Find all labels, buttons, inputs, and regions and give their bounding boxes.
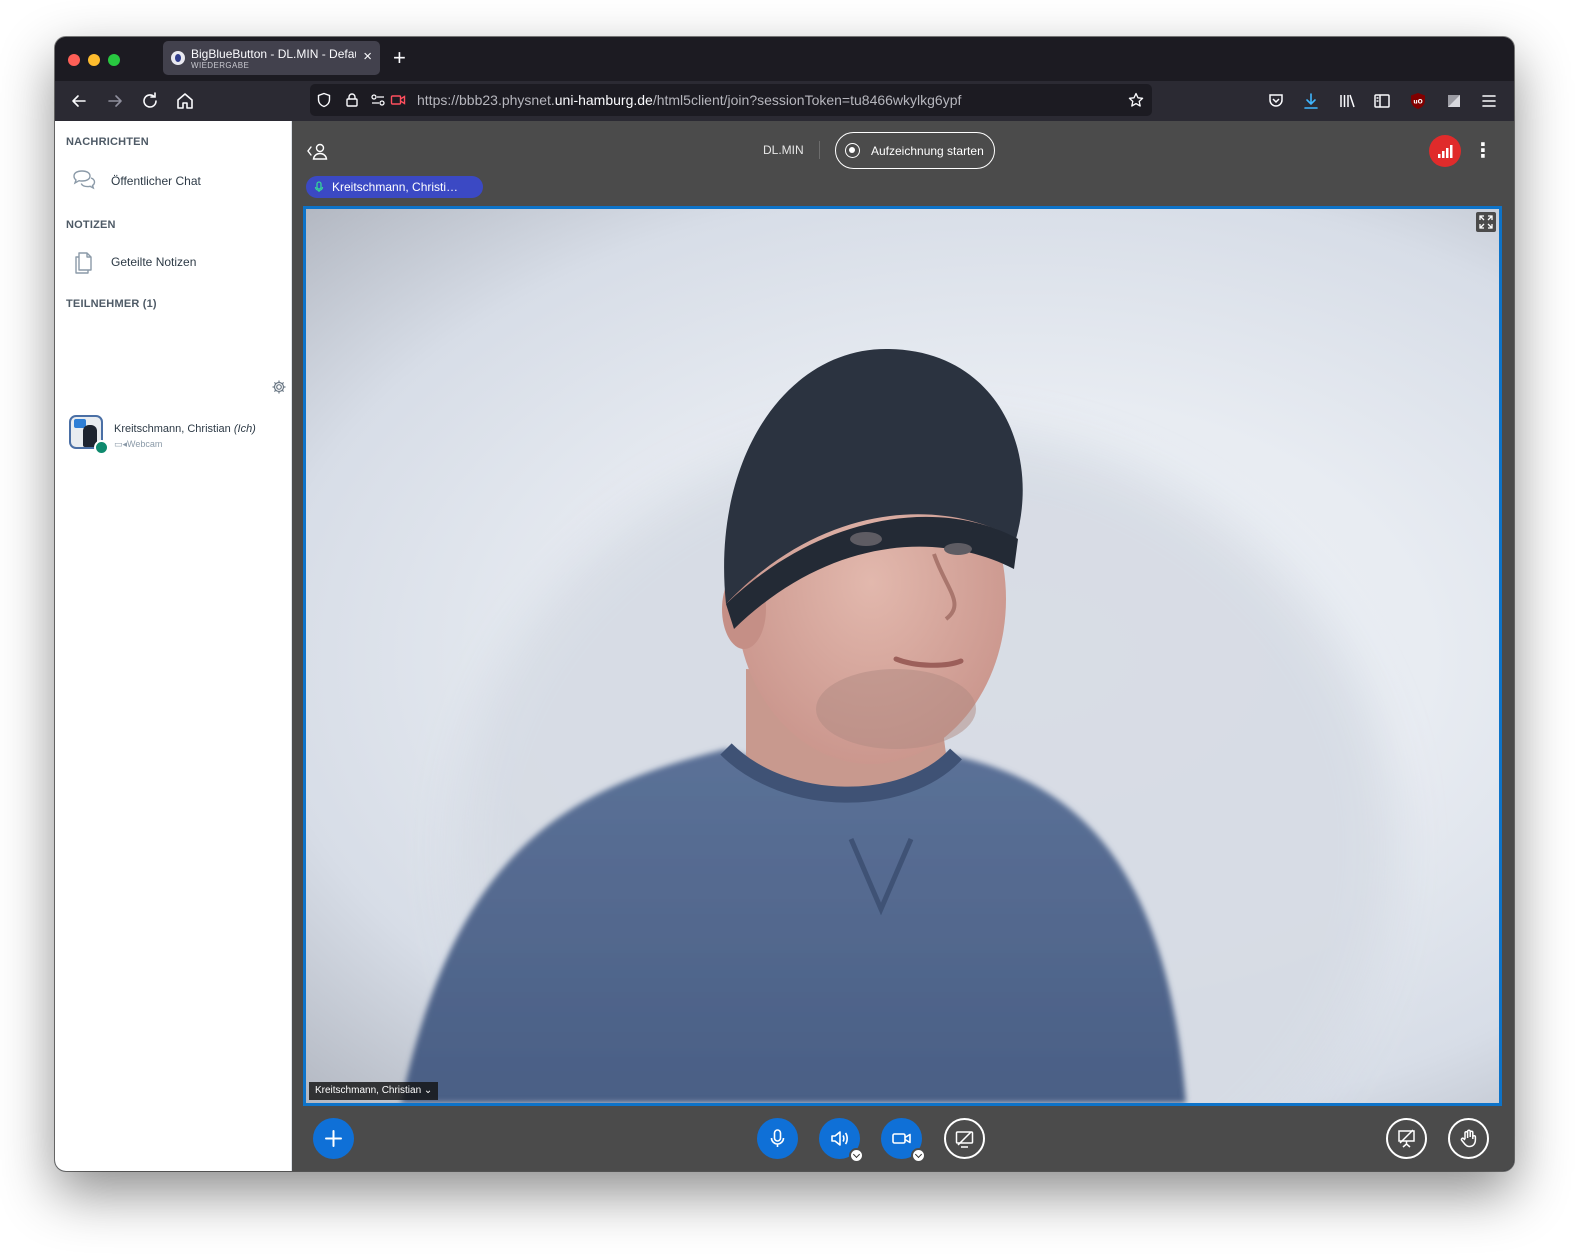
lock-icon[interactable] [344,92,360,108]
actions-plus-button[interactable] [313,1118,354,1159]
mute-button[interactable] [757,1118,798,1159]
chat-icon [70,167,98,195]
main-area: DL.MIN Aufzeichnung starten ⋮ Kreitschma… [292,121,1514,1171]
talking-indicator[interactable]: Kreitschmann, Christi… [306,176,483,198]
public-chat-label: Öffentlicher Chat [111,174,201,188]
webcam-small-icon: ▭◂ [114,439,128,449]
navigation-bar: https://bbb23.physnet.uni-hamburg.de/htm… [55,81,1514,121]
fullscreen-icon[interactable] [1476,212,1496,232]
webcam-user-label[interactable]: Kreitschmann, Christian ⌄ [309,1082,439,1100]
sidebar-item-public-chat[interactable]: Öffentlicher Chat [66,161,281,201]
notes-section-title: NOTIZEN [66,219,116,231]
sidebar: NACHRICHTEN Öffentlicher Chat NOTIZEN Ge… [55,121,292,1171]
notes-icon [70,248,98,276]
more-options-icon[interactable]: ⋮ [1473,140,1493,162]
record-icon [845,143,860,158]
browser-tab[interactable]: BigBlueButton - DL.MIN - Default WIEDERG… [163,41,380,75]
connection-status-button[interactable] [1429,135,1461,167]
shared-notes-label: Geteilte Notizen [111,255,197,269]
mic-status-badge-icon [94,440,109,455]
url-text[interactable]: https://bbb23.physnet.uni-hamburg.de/htm… [417,92,961,108]
download-icon[interactable] [1301,91,1321,111]
webcam-video[interactable]: Kreitschmann, Christian ⌄ [303,206,1502,1106]
participant-name: Kreitschmann, Christian (Ich) [114,423,256,435]
start-recording-button[interactable]: Aufzeichnung starten [835,132,995,169]
audio-options-caret-icon[interactable] [849,1148,864,1163]
toggle-user-list-icon[interactable] [306,141,330,161]
bigbluebutton-app: NACHRICHTEN Öffentlicher Chat NOTIZEN Ge… [55,121,1514,1171]
webcam-person-image [401,349,1396,1103]
divider [819,141,820,159]
minimize-window-button[interactable] [88,54,100,66]
star-icon[interactable] [1128,92,1144,108]
new-tab-button[interactable]: + [393,47,406,69]
permissions-icon[interactable] [370,92,386,108]
library-icon[interactable] [1337,91,1357,111]
close-window-button[interactable] [68,54,80,66]
extension-icon[interactable] [1444,91,1464,111]
pocket-icon[interactable] [1266,91,1286,111]
bigbluebutton-favicon-icon [171,51,185,65]
talker-name: Kreitschmann, Christi… [332,180,459,194]
participant-list-item[interactable]: Kreitschmann, Christian (Ich) ▭◂Webcam [66,412,281,456]
shield-icon[interactable] [316,92,332,108]
meeting-name: DL.MIN [763,143,804,157]
zoom-window-button[interactable] [108,54,120,66]
presentation-button[interactable] [1386,1118,1427,1159]
url-bar[interactable]: https://bbb23.physnet.uni-hamburg.de/htm… [310,84,1152,116]
messages-section-title: NACHRICHTEN [66,136,149,148]
close-tab-icon[interactable]: × [363,49,372,65]
video-button[interactable] [881,1118,926,1163]
camera-blocked-icon[interactable] [390,92,406,108]
gear-icon[interactable] [271,379,287,395]
home-icon[interactable] [174,90,196,112]
start-recording-label: Aufzeichnung starten [871,144,984,158]
video-options-caret-icon[interactable] [911,1148,926,1163]
participant-status: ▭◂Webcam [114,439,163,449]
tab-subtitle: WIEDERGABE [191,61,250,70]
mic-icon [312,180,326,194]
menu-icon[interactable] [1479,91,1499,111]
forward-icon[interactable] [104,90,126,112]
audio-button[interactable] [819,1118,864,1163]
tab-strip: BigBlueButton - DL.MIN - Default WIEDERG… [55,37,1514,81]
reload-icon[interactable] [139,90,161,112]
sidebar-item-shared-notes[interactable]: Geteilte Notizen [66,242,281,282]
screen-share-button[interactable] [944,1118,985,1159]
actions-bar [292,1106,1514,1171]
svg-text:uO: uO [1413,99,1422,106]
browser-window: BigBlueButton - DL.MIN - Default WIEDERG… [55,37,1514,1171]
sidebar-icon[interactable] [1372,91,1392,111]
back-icon[interactable] [68,90,90,112]
participants-section-title: TEILNEHMER (1) [66,298,157,310]
ublock-icon[interactable]: uO [1408,91,1428,111]
raise-hand-button[interactable] [1448,1118,1489,1159]
tab-title: BigBlueButton - DL.MIN - Default [191,47,356,61]
